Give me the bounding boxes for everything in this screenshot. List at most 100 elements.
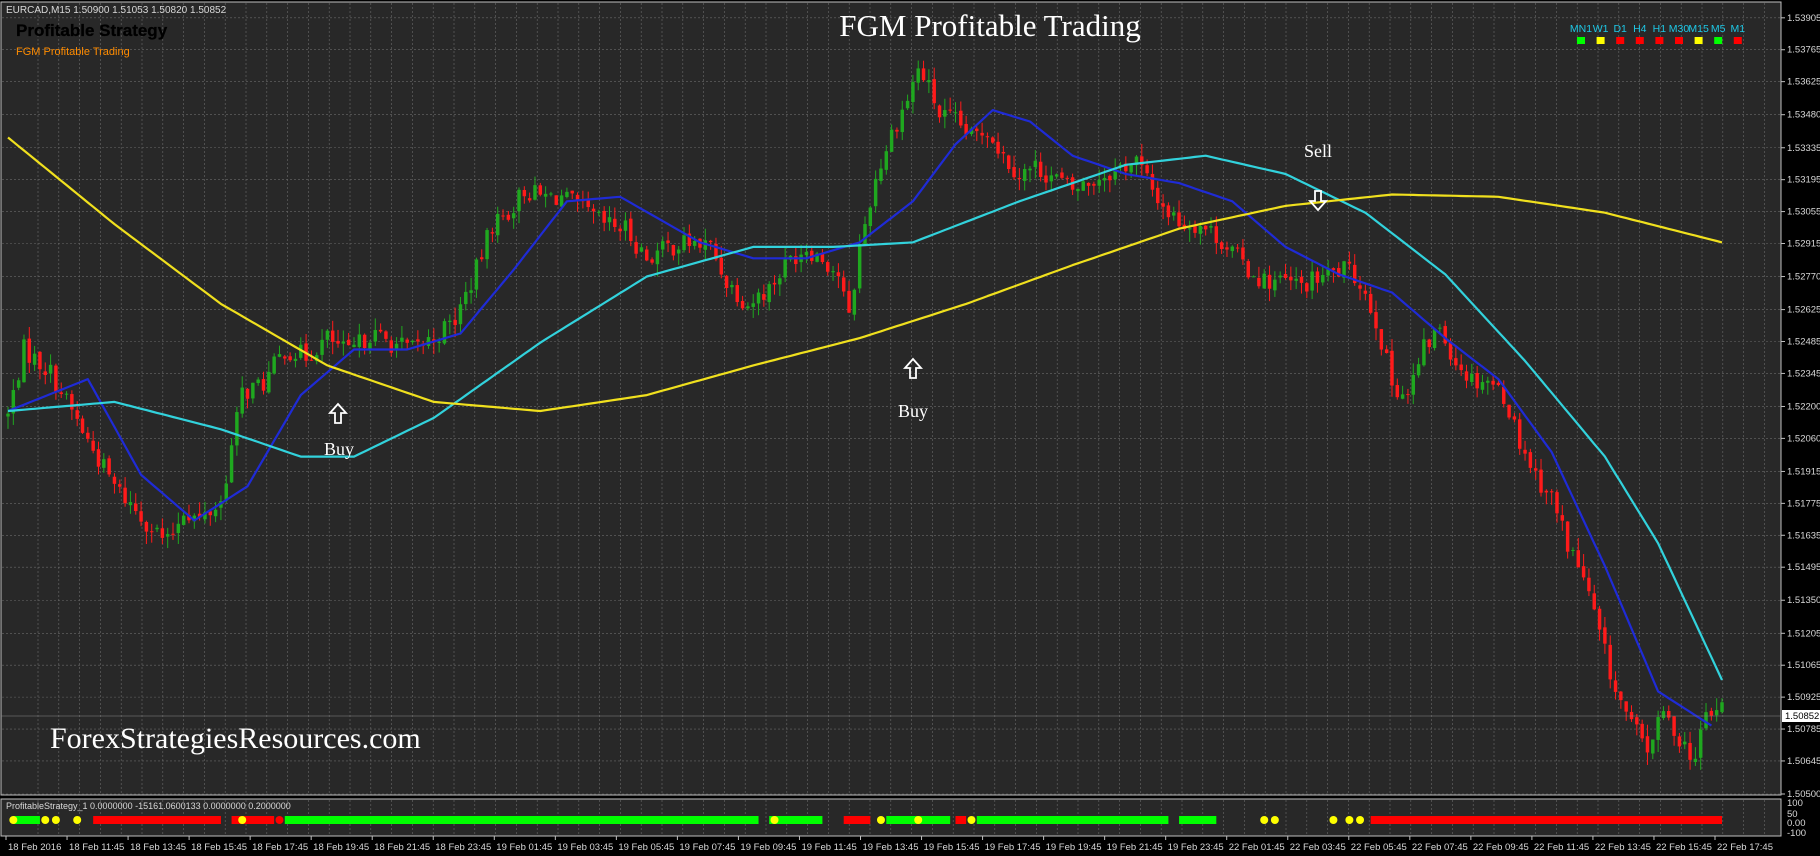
price-tick-label: 1.51350 <box>1787 595 1820 606</box>
price-tick-label: 1.50925 <box>1787 692 1820 703</box>
timeframe-label: W1 <box>1593 23 1609 35</box>
time-tick-label: 19 Feb 07:45 <box>679 842 735 853</box>
price-tick-label: 1.52200 <box>1787 401 1820 412</box>
price-tick-label: 1.51915 <box>1787 466 1820 477</box>
signal-dot <box>1345 816 1354 824</box>
price-chart[interactable]: 1.53905 1.53765 1.53625 1.53480 1.53335 1.531… <box>0 0 1820 856</box>
signal-dot <box>1270 816 1279 824</box>
price-tick-label: 1.53335 <box>1787 143 1820 154</box>
price-tick-label: 1.50645 <box>1787 756 1820 767</box>
time-tick-label: 22 Feb 11:45 <box>1534 842 1589 853</box>
time-tick-label: 19 Feb 09:45 <box>740 842 796 853</box>
candle <box>107 455 111 477</box>
timeframe-label: M15 <box>1688 23 1709 35</box>
signal-dot <box>1329 816 1338 824</box>
indicator-tick-label: 100 <box>1787 798 1803 809</box>
time-tick-label: 19 Feb 03:45 <box>557 842 613 853</box>
time-tick-label: 19 Feb 13:45 <box>863 842 919 853</box>
price-tick-label: 1.53765 <box>1787 45 1820 56</box>
timeframe-label: MN1 <box>1570 23 1592 35</box>
watermark: ForexStrategiesResources.com <box>50 722 421 755</box>
signal-segment <box>1370 816 1722 824</box>
buy-label: Buy <box>324 439 354 459</box>
time-tick-label: 22 Feb 03:45 <box>1290 842 1346 853</box>
timeframe-status <box>1694 37 1703 44</box>
time-tick-label: 22 Feb 13:45 <box>1595 842 1651 853</box>
price-tick-label: 1.52060 <box>1787 433 1820 444</box>
timeframe-status <box>1596 37 1605 44</box>
time-tick-label: 19 Feb 23:45 <box>1168 842 1224 853</box>
price-tick-label: 1.52915 <box>1787 238 1820 249</box>
timeframe-label: H4 <box>1633 23 1647 35</box>
strategy-title: Profitable Strategy <box>16 21 168 40</box>
chart-title: FGM Profitable Trading <box>839 8 1140 43</box>
signal-dot <box>51 816 60 824</box>
time-tick-label: 18 Feb 23:45 <box>435 842 491 853</box>
signal-dot <box>9 816 18 824</box>
signal-segment <box>284 816 759 824</box>
time-tick-label: 19 Feb 19:45 <box>1046 842 1102 853</box>
signal-dot <box>41 816 50 824</box>
time-tick-label: 22 Feb 17:45 <box>1717 842 1773 853</box>
price-tick-label: 1.51635 <box>1787 530 1820 541</box>
time-tick-label: 22 Feb 09:45 <box>1473 842 1529 853</box>
time-tick-label: 18 Feb 17:45 <box>252 842 308 853</box>
time-tick-label: 18 Feb 19:45 <box>313 842 369 853</box>
candle <box>442 318 447 345</box>
time-tick-label: 19 Feb 17:45 <box>985 842 1041 853</box>
signal-segment <box>955 816 967 824</box>
candle <box>554 195 558 206</box>
signal-segment <box>231 816 275 824</box>
indicator-label: ProfitableStrategy_1 0.0000000 -15161.06… <box>6 801 291 811</box>
time-tick-label: 18 Feb 13:45 <box>130 842 186 853</box>
price-tick-label: 1.51205 <box>1787 628 1820 639</box>
signal-dot <box>275 816 284 824</box>
price-tick-label: 1.53905 <box>1787 13 1820 24</box>
time-tick-label: 19 Feb 21:45 <box>1107 842 1163 853</box>
price-tick-label: 1.51065 <box>1787 660 1820 671</box>
time-tick-label: 19 Feb 11:45 <box>801 842 856 853</box>
buy-label: Buy <box>898 401 928 421</box>
strategy-subtitle: FGM Profitable Trading <box>16 46 130 58</box>
time-tick-label: 22 Feb 05:45 <box>1351 842 1407 853</box>
candle <box>1432 328 1437 351</box>
timeframe-status <box>1655 37 1664 44</box>
timeframe-status <box>1733 37 1742 44</box>
candle <box>22 334 26 383</box>
signal-dot <box>914 816 923 824</box>
timeframe-status <box>1714 37 1723 44</box>
time-tick-label: 22 Feb 01:45 <box>1229 842 1285 853</box>
signal-dot <box>238 816 247 824</box>
signal-dot <box>73 816 82 824</box>
time-tick-label: 22 Feb 07:45 <box>1412 842 1468 853</box>
price-tick-label: 1.51495 <box>1787 562 1820 573</box>
signal-dot <box>876 816 885 824</box>
price-tick-label: 1.51775 <box>1787 498 1820 509</box>
time-tick-label: 18 Feb 11:45 <box>69 842 124 853</box>
candle <box>1246 258 1250 280</box>
signal-dot <box>1356 816 1365 824</box>
price-tick-label: 1.53625 <box>1787 77 1820 88</box>
time-tick-label: 19 Feb 01:45 <box>496 842 552 853</box>
time-tick-label: 22 Feb 15:45 <box>1656 842 1712 853</box>
price-tick-label: 1.50785 <box>1787 724 1820 735</box>
symbol-info: EURCAD,M15 1.50900 1.51053 1.50820 1.508… <box>6 5 227 16</box>
sell-label: Sell <box>1304 141 1332 161</box>
time-tick-label: 19 Feb 05:45 <box>618 842 674 853</box>
timeframe-status <box>1577 37 1585 44</box>
signal-segment <box>93 816 221 824</box>
timeframe-status <box>1635 37 1644 44</box>
price-tick-label: 1.53480 <box>1787 110 1820 121</box>
price-tick-label: 1.52770 <box>1787 272 1820 283</box>
timeframe-label: H1 <box>1653 23 1667 35</box>
current-price-label: 1.50852 <box>1785 711 1819 722</box>
price-tick-label: 1.52485 <box>1787 337 1820 348</box>
signal-bar <box>9 816 1722 824</box>
timeframe-status <box>1616 37 1625 44</box>
price-tick-label: 1.52345 <box>1787 368 1820 379</box>
signal-segment <box>843 816 871 824</box>
signal-segment <box>1179 816 1217 824</box>
indicator-tick-label: -100 <box>1787 828 1806 839</box>
price-tick-label: 1.52625 <box>1787 305 1820 316</box>
price-tick-label: 1.53195 <box>1787 175 1820 186</box>
